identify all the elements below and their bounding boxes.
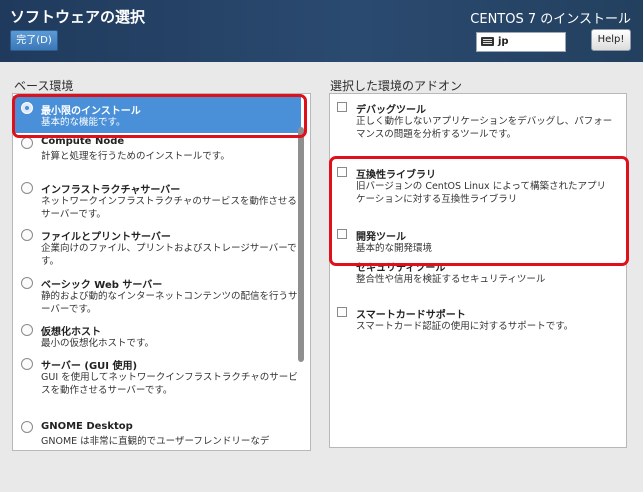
radio-button[interactable] [21, 137, 33, 149]
addon-title: デバッグツール [356, 105, 426, 116]
keyboard-layout-label: jp [498, 36, 509, 47]
addon-description: 整合性や信用を検証するセキュリティツール [356, 274, 546, 285]
addon-smart-card-support[interactable]: スマートカードサポート スマートカード認証の使用に対するサポートです。 [330, 305, 618, 337]
keyboard-layout-indicator[interactable]: jp [476, 32, 566, 52]
done-button[interactable]: 完了(D) [10, 30, 58, 51]
product-title: CENTOS 7 のインストール [470, 12, 631, 27]
addon-description: スマートカード認証の使用に対するサポートです。 [356, 321, 574, 332]
addon-list: デバッグツール 正しく動作しないアプリケーションをデバッグし、パフォーマンスの問… [329, 93, 627, 448]
header-bar: ソフトウェアの選択 完了(D) CENTOS 7 のインストール jp Help… [0, 0, 643, 62]
environment-list-scrollbar[interactable] [298, 127, 304, 362]
addon-checkbox[interactable] [337, 102, 347, 112]
radio-button[interactable] [21, 182, 33, 194]
radio-button[interactable] [21, 324, 33, 336]
annotation-highlight-addons [329, 156, 629, 266]
environment-title: GNOME Desktop [41, 421, 133, 432]
help-button[interactable]: Help! [591, 29, 631, 51]
environment-description: GNOME は非常に直観的でユーザーフレンドリーなデ [41, 436, 270, 447]
radio-button[interactable] [21, 229, 33, 241]
environment-description: ネットワークインフラストラクチャのサービスを動作させるサーバーです。 [41, 196, 297, 220]
base-environment-heading: ベース環境 [14, 79, 74, 93]
addon-title: スマートカードサポート [356, 310, 466, 321]
environment-description: GUI を使用してネットワークインフラストラクチャのサービスを動作させるサーバー… [41, 372, 298, 396]
addon-checkbox[interactable] [337, 307, 347, 317]
environment-description: 静的および動的なインターネットコンテンツの配信を行うサーバーです。 [41, 291, 298, 315]
software-selection-window: ソフトウェアの選択 完了(D) CENTOS 7 のインストール jp Help… [0, 0, 643, 492]
environment-gnome-desktop[interactable]: GNOME Desktop GNOME は非常に直観的でユーザーフレンドリーなデ [13, 419, 301, 450]
environment-title: ベーシック Web サーバー [41, 280, 163, 291]
environment-description: 最小の仮想化ホストです。 [41, 338, 155, 349]
environment-infrastructure-server[interactable]: インフラストラクチャサーバー ネットワークインフラストラクチャのサービスを動作さ… [13, 180, 301, 224]
addon-debug-tools[interactable]: デバッグツール 正しく動作しないアプリケーションをデバッグし、パフォーマンスの問… [330, 100, 618, 144]
annotation-highlight-minimal [12, 94, 307, 138]
environment-compute-node[interactable]: Compute Node 計算と処理を行うためのインストールです。 [13, 135, 301, 167]
environment-basic-web-server[interactable]: ベーシック Web サーバー 静的および動的なインターネットコンテンツの配信を行… [13, 275, 301, 319]
addons-heading: 選択した環境のアドオン [330, 79, 463, 93]
environment-title: サーバー (GUI 使用) [41, 361, 138, 372]
radio-button[interactable] [21, 421, 33, 433]
page-title: ソフトウェアの選択 [10, 8, 146, 26]
environment-description: 企業向けのファイル、プリントおよびストレージサーバーです。 [41, 243, 297, 267]
environment-server-with-gui[interactable]: サーバー (GUI 使用) GUI を使用してネットワークインフラストラクチャの… [13, 356, 301, 400]
radio-button[interactable] [21, 277, 33, 289]
addon-description: 正しく動作しないアプリケーションをデバッグし、パフォーマンスの問題を分析するツー… [356, 116, 613, 140]
environment-file-print-server[interactable]: ファイルとプリントサーバー 企業向けのファイル、プリントおよびストレージサーバー… [13, 227, 301, 271]
environment-title: 仮想化ホスト [41, 327, 101, 338]
environment-description: 計算と処理を行うためのインストールです。 [41, 151, 230, 162]
base-environment-list: 最小限のインストール 基本的な機能です。 Compute Node 計算と処理を… [12, 93, 311, 451]
environment-title: インフラストラクチャサーバー [41, 185, 181, 196]
radio-button[interactable] [21, 358, 33, 370]
environment-title: ファイルとプリントサーバー [41, 232, 171, 243]
keyboard-icon [481, 37, 494, 46]
environment-virtualization-host[interactable]: 仮想化ホスト 最小の仮想化ホストです。 [13, 322, 301, 352]
